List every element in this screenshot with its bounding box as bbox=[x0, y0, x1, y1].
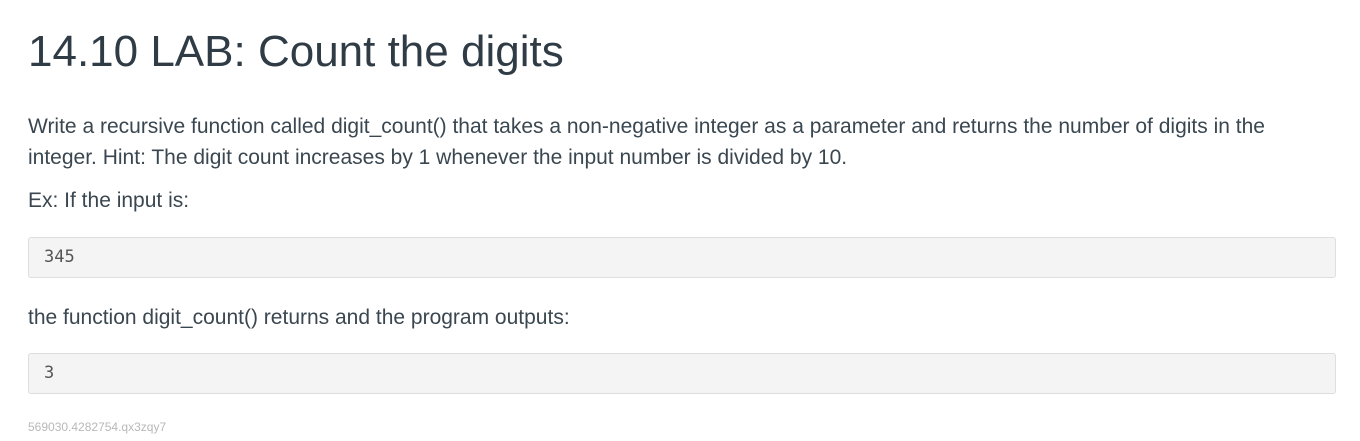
example-output-value: 3 bbox=[44, 363, 55, 383]
page-title: 14.10 LAB: Count the digits bbox=[28, 27, 564, 76]
example-input-box: 345 bbox=[28, 237, 1336, 278]
lab-page: 14.10 LAB: Count the digits Write a recu… bbox=[0, 0, 1360, 441]
example-input-value: 345 bbox=[44, 247, 75, 267]
example-intro: Ex: If the input is: bbox=[28, 189, 190, 212]
output-intro: the function digit_count() returns and t… bbox=[28, 306, 570, 329]
content-id: 569030.4282754.qx3zqy7 bbox=[28, 420, 167, 434]
lab-description: Write a recursive function called digit_… bbox=[28, 115, 1265, 169]
example-output-box: 3 bbox=[28, 353, 1336, 394]
